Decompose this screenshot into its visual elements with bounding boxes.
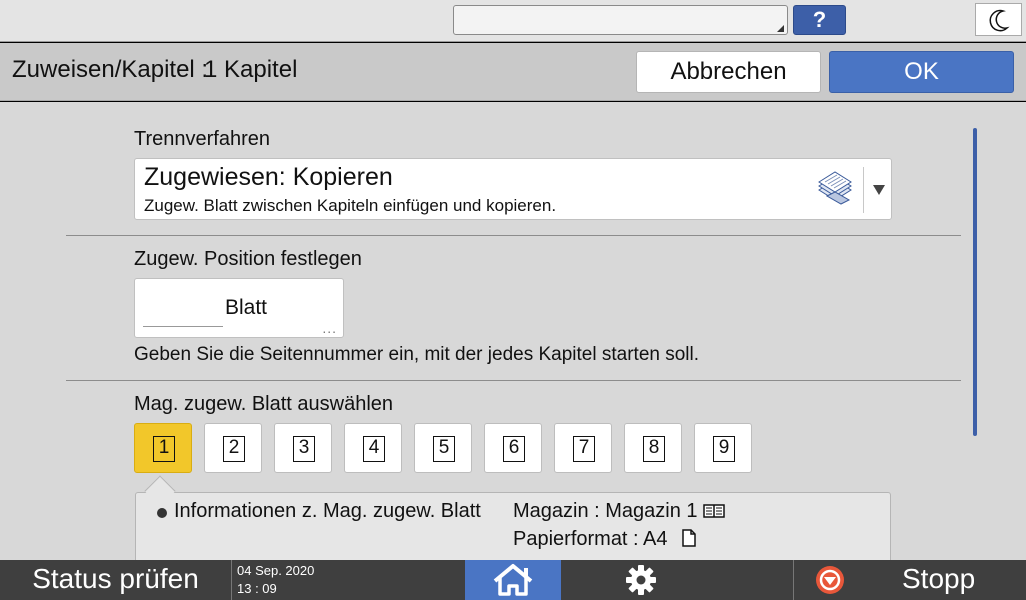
copy-pages-icon <box>818 171 852 205</box>
sheet-unit-label: Blatt <box>225 296 268 319</box>
input-underline <box>143 326 223 327</box>
tray-info-panel: Informationen z. Mag. zugew. Blatt Magaz… <box>135 492 891 560</box>
settings-button[interactable] <box>561 560 793 600</box>
section-divider <box>66 380 961 381</box>
settings-panel[interactable]: Trennverfahren Zugewiesen: Kopieren Zuge… <box>0 102 1026 560</box>
separation-selected-title: Zugewiesen: Kopieren <box>144 163 393 191</box>
stop-button[interactable]: Stopp <box>793 560 1026 600</box>
tray-info-format: Papierformat : A4 <box>513 528 699 551</box>
ok-button[interactable]: OK <box>829 51 1014 93</box>
time-text: 13 : 09 <box>237 581 277 596</box>
dialog-title: Zuweisen/Kapitel : <box>12 56 209 83</box>
sheet-number-input[interactable]: Blatt ... <box>134 278 344 338</box>
bottom-bar: Status prüfen 04 Sep. 2020 13 : 09 Stopp <box>0 560 1026 600</box>
tray-button-8[interactable]: 8 <box>624 423 682 473</box>
expand-corner-icon <box>777 25 784 32</box>
status-message-field[interactable] <box>453 5 788 35</box>
section-divider <box>66 235 961 236</box>
tray-select-label: Mag. zugew. Blatt auswählen <box>134 393 394 415</box>
separation-method-dropdown[interactable]: Zugewiesen: Kopieren Zugew. Blatt zwisch… <box>134 158 892 220</box>
dialog-header: Zuweisen/Kapitel : 1 Kapitel Abbrechen O… <box>0 43 1026 101</box>
top-bar: ? <box>0 0 1026 42</box>
cancel-button[interactable]: Abbrechen <box>636 51 821 93</box>
dialog-value: 1 Kapitel <box>204 56 298 83</box>
energy-saver-button[interactable] <box>975 3 1022 36</box>
tray-book-icon <box>703 504 725 518</box>
separation-selected-desc: Zugew. Blatt zwischen Kapiteln einfügen … <box>144 196 557 215</box>
check-status-button[interactable]: Status prüfen <box>0 560 231 600</box>
position-label: Zugew. Position festlegen <box>134 248 362 270</box>
date-text: 04 Sep. 2020 <box>237 563 315 578</box>
help-button[interactable]: ? <box>793 5 846 35</box>
stop-icon <box>816 566 844 594</box>
tray-info-title: Informationen z. Mag. zugew. Blatt <box>174 500 481 522</box>
tray-button-1[interactable]: 1 <box>134 423 192 473</box>
home-button[interactable] <box>465 560 561 600</box>
gear-icon <box>626 565 656 595</box>
scrollbar[interactable] <box>973 128 977 436</box>
stop-label: Stopp <box>902 563 976 594</box>
more-icon: ... <box>322 320 337 336</box>
moon-icon <box>989 9 1010 32</box>
date-time-display: 04 Sep. 2020 13 : 09 <box>231 560 465 600</box>
tray-button-3[interactable]: 3 <box>274 423 332 473</box>
home-icon <box>493 564 533 596</box>
paper-portrait-icon <box>682 529 696 547</box>
tray-button-5[interactable]: 5 <box>414 423 472 473</box>
separation-method-label: Trennverfahren <box>134 128 270 150</box>
tray-info-tray: Magazin : Magazin 1 <box>513 500 725 523</box>
position-hint: Geben Sie die Seitennummer ein, mit der … <box>134 344 700 365</box>
tray-button-4[interactable]: 4 <box>344 423 402 473</box>
tray-button-7[interactable]: 7 <box>554 423 612 473</box>
dropdown-arrow-icon[interactable] <box>873 185 885 195</box>
tray-button-9[interactable]: 9 <box>694 423 752 473</box>
tray-button-2[interactable]: 2 <box>204 423 262 473</box>
tray-button-6[interactable]: 6 <box>484 423 542 473</box>
dropdown-separator <box>863 167 864 213</box>
bullet-icon <box>157 508 167 518</box>
